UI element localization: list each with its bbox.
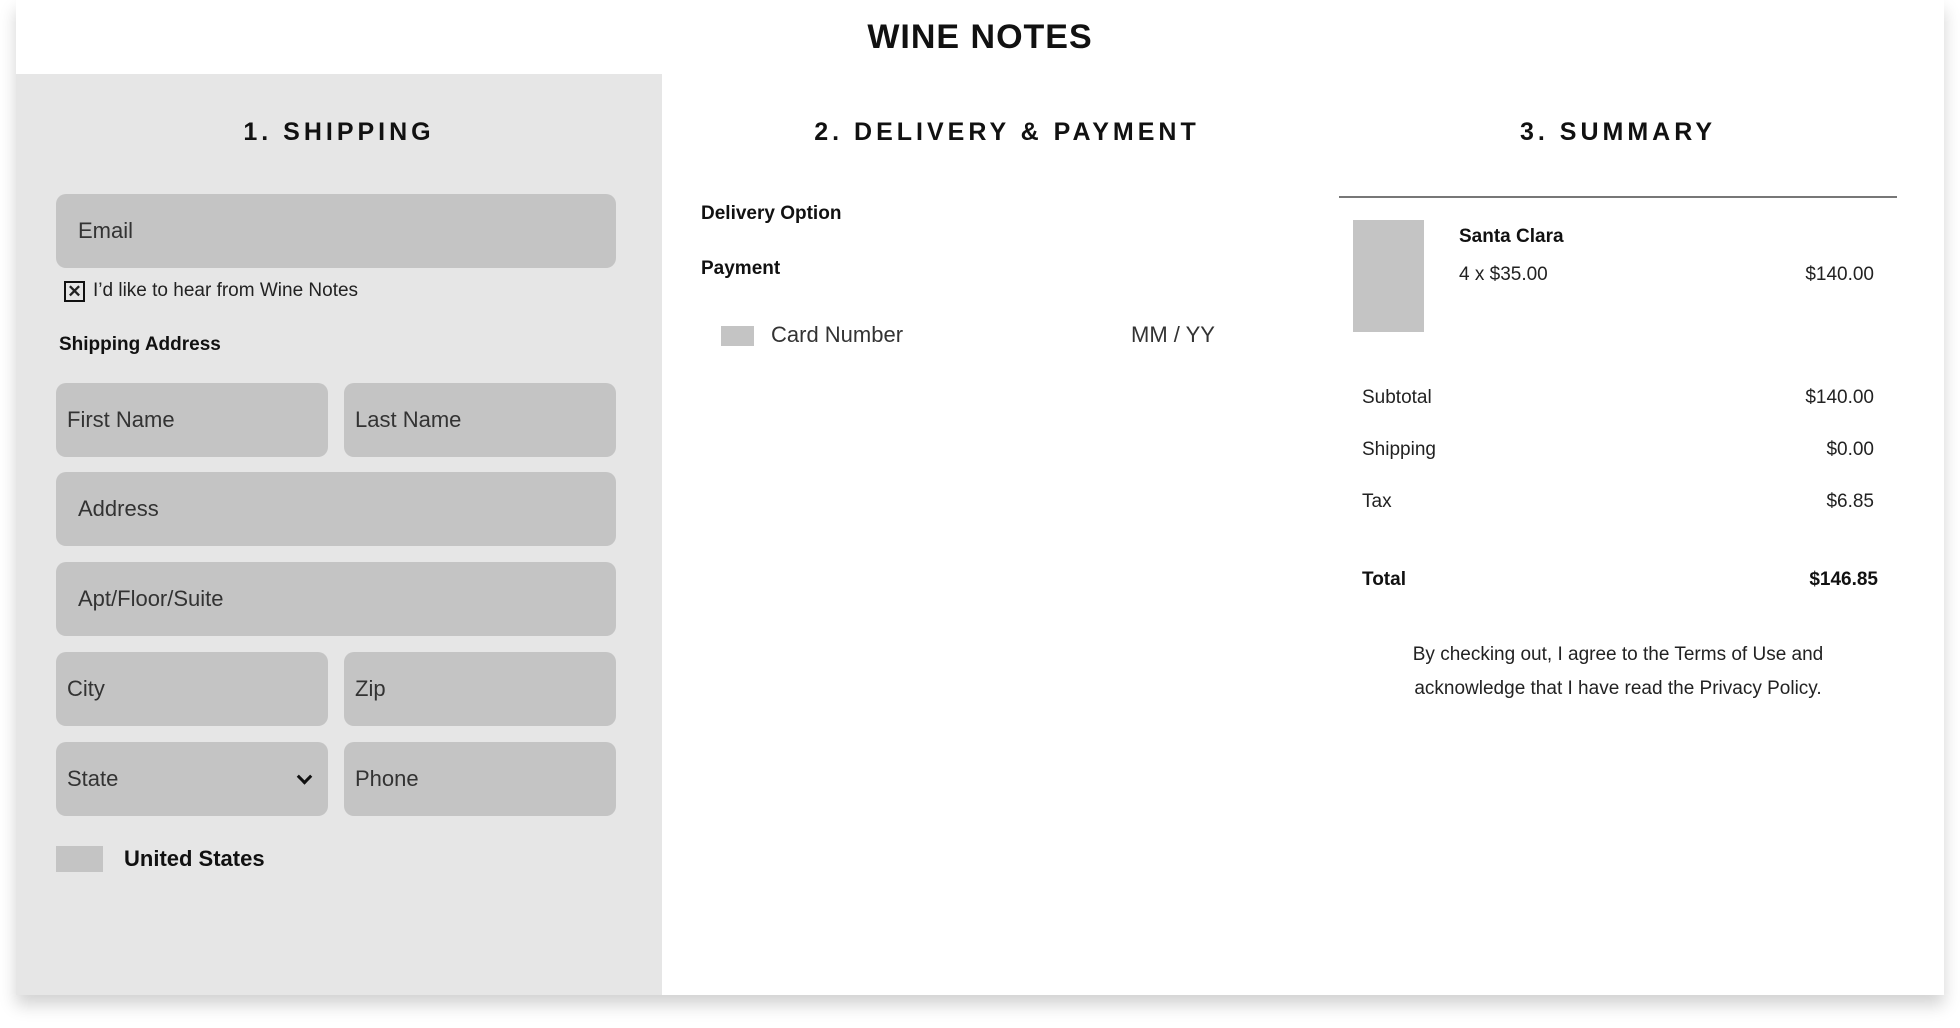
product-qty-price: 4 x $35.00 (1459, 264, 1548, 285)
apt-field[interactable]: Apt/Floor/Suite (56, 562, 616, 636)
checkout-page: WINE NOTES 1. SHIPPING Email ✕ I’d like … (16, 0, 1944, 995)
product-name: Santa Clara (1459, 226, 1564, 247)
country-selector[interactable]: United States (124, 846, 265, 872)
legal-line-2: acknowledge that I have read the Privacy… (1414, 678, 1822, 699)
first-name-field[interactable]: First Name (56, 383, 328, 457)
subtotal-value: $140.00 (1805, 387, 1874, 408)
newsletter-optin[interactable]: ✕ I’d like to hear from Wine Notes (64, 280, 358, 302)
legal-notice: By checking out, I agree to the Terms of… (1339, 638, 1897, 706)
subtotal-label: Subtotal (1362, 387, 1432, 408)
delivery-title: 2. DELIVERY & PAYMENT (814, 118, 1200, 146)
payment-label: Payment (701, 258, 781, 279)
summary-divider (1339, 196, 1897, 198)
last-name-field[interactable]: Last Name (344, 383, 616, 457)
last-name-placeholder: Last Name (355, 407, 462, 432)
shipping-address-heading: Shipping Address (59, 334, 221, 355)
card-icon (721, 326, 754, 346)
city-field[interactable]: City (56, 652, 328, 726)
brand-title: WINE NOTES (867, 17, 1093, 56)
address-placeholder: Address (78, 496, 159, 521)
expiry-field[interactable]: MM / YY (1131, 322, 1215, 348)
shipping-cost-value: $0.00 (1826, 439, 1874, 460)
optin-label: I’d like to hear from Wine Notes (93, 280, 359, 301)
product-thumbnail (1353, 220, 1424, 332)
tax-label: Tax (1362, 491, 1392, 512)
summary-title: 3. SUMMARY (1519, 118, 1717, 146)
country-flag-icon (56, 846, 103, 872)
shipping-title: 1. SHIPPING (243, 118, 435, 146)
phone-placeholder: Phone (355, 766, 419, 791)
legal-line-1: By checking out, I agree to the Terms of… (1412, 644, 1824, 665)
email-placeholder: Email (78, 218, 134, 243)
city-placeholder: City (67, 676, 105, 701)
state-placeholder: State (67, 766, 119, 791)
product-line-total: $140.00 (1805, 264, 1874, 285)
card-number-field[interactable]: Card Number (771, 322, 903, 348)
optin-checkbox[interactable]: ✕ (64, 280, 85, 302)
email-field[interactable]: Email (56, 194, 616, 268)
phone-field[interactable]: Phone (344, 742, 616, 816)
total-value: $146.85 (1809, 569, 1878, 590)
total-label: Total (1362, 569, 1406, 590)
chevron-down-icon (296, 769, 313, 785)
apt-placeholder: Apt/Floor/Suite (78, 586, 224, 611)
first-name-placeholder: First Name (67, 407, 175, 432)
zip-field[interactable]: Zip (344, 652, 616, 726)
state-select[interactable]: State (56, 742, 328, 816)
tax-value: $6.85 (1826, 491, 1874, 512)
zip-placeholder: Zip (355, 676, 386, 701)
address-field[interactable]: Address (56, 472, 616, 546)
shipping-cost-label: Shipping (1362, 439, 1436, 460)
delivery-option-label: Delivery Option (701, 203, 842, 224)
